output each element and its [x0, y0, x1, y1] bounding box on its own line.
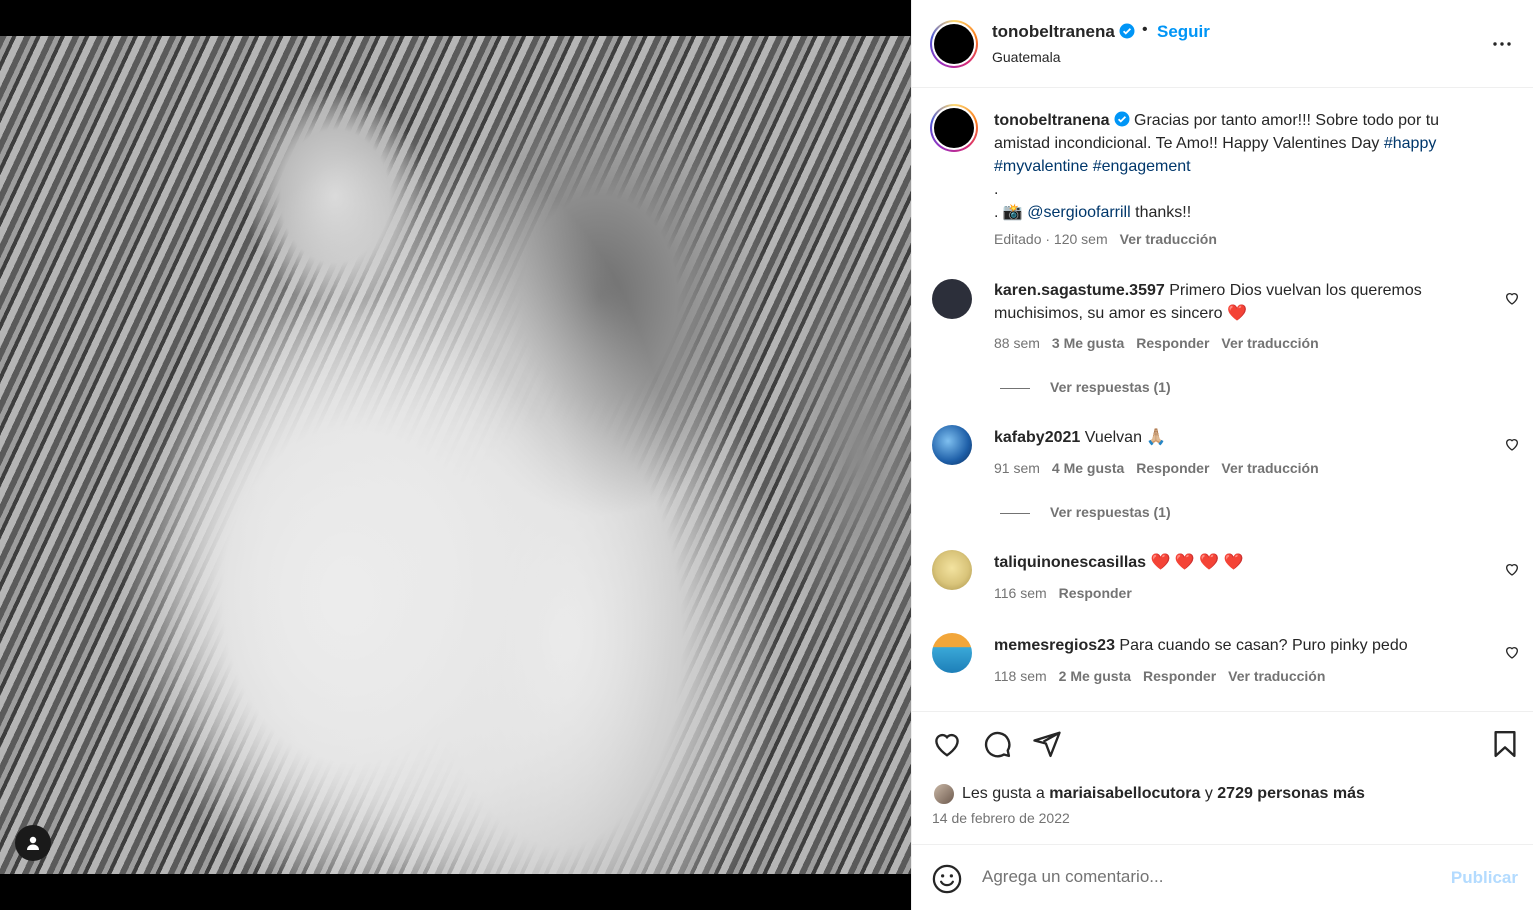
bookmark-icon[interactable]: [1490, 729, 1520, 759]
comment-item: memesregios23 Para cuando se casan? Puro…: [994, 637, 1408, 654]
comment-item: kafaby2021 Vuelvan 🙏🏼: [994, 429, 1167, 446]
comment-meta: 118 sem 2 Me gusta Responder Ver traducción: [994, 668, 1326, 684]
comment-icon[interactable]: [982, 729, 1012, 759]
separator-bullet: •: [1142, 21, 1148, 38]
comment-likes[interactable]: 3 Me gusta: [1052, 335, 1124, 351]
author-name[interactable]: tonobeltranena: [992, 22, 1135, 42]
likes-summary: Les gusta a mariaisabellocutora y 2729 p…: [932, 782, 1365, 806]
comment-meta: 91 sem 4 Me gusta Responder Ver traducción: [994, 460, 1319, 476]
liker-avatar[interactable]: [932, 782, 956, 806]
comment-meta: 116 sem Responder: [994, 585, 1132, 601]
caption-meta: Editado · 120 sem Ver traducción: [994, 231, 1217, 247]
commenter-avatar[interactable]: [932, 550, 972, 590]
post-sidebar: tonobeltranena • Seguir Guatemala tonobe…: [911, 0, 1533, 910]
comment-username[interactable]: taliquinonescasillas: [994, 554, 1146, 571]
post-modal: tonobeltranena • Seguir Guatemala tonobe…: [0, 0, 1533, 910]
action-bar: Les gusta a mariaisabellocutora y 2729 p…: [912, 712, 1533, 844]
comment-username[interactable]: kafaby2021: [994, 429, 1080, 446]
post-location[interactable]: Guatemala: [992, 49, 1060, 65]
caption-avatar[interactable]: [930, 104, 978, 152]
heart-icon[interactable]: [1504, 436, 1520, 452]
heart-icon[interactable]: [1504, 644, 1520, 660]
caption-translate[interactable]: Ver traducción: [1120, 231, 1217, 247]
hashtag-myvalentine[interactable]: #myvalentine: [994, 158, 1088, 175]
likes-count[interactable]: 2729 personas más: [1217, 785, 1365, 803]
comment-meta: 88 sem 3 Me gusta Responder Ver traducción: [994, 335, 1319, 351]
commenter-avatar[interactable]: [932, 279, 972, 319]
view-replies-button[interactable]: Ver respuestas (1): [1000, 379, 1171, 395]
commenter-avatar[interactable]: [932, 425, 972, 465]
view-replies-button[interactable]: Ver respuestas (1): [1000, 504, 1171, 520]
post-date[interactable]: 14 de febrero de 2022: [932, 810, 1070, 826]
commenter-avatar[interactable]: [932, 633, 972, 673]
hashtag-happy[interactable]: #happy: [1384, 135, 1437, 152]
verified-icon: [1119, 23, 1135, 39]
share-icon[interactable]: [1032, 729, 1062, 759]
heart-icon[interactable]: [1504, 290, 1520, 306]
comment-username[interactable]: karen.sagastume.3597: [994, 282, 1165, 299]
mention-link[interactable]: @sergioofarrill: [1027, 204, 1130, 221]
caption-author[interactable]: tonobeltranena: [994, 112, 1110, 129]
reply-button[interactable]: Responder: [1136, 335, 1209, 351]
comment-composer: Publicar: [912, 844, 1533, 910]
comments-list[interactable]: tonobeltranena Gracias por tanto amor!!!…: [912, 89, 1533, 712]
translate-button[interactable]: Ver traducción: [1221, 460, 1318, 476]
more-icon[interactable]: [1490, 32, 1514, 56]
translate-button[interactable]: Ver traducción: [1221, 335, 1318, 351]
emoji-icon[interactable]: [932, 864, 962, 894]
author-avatar[interactable]: [930, 20, 978, 68]
media-pane: [0, 0, 911, 910]
camera-emoji: 📸: [1002, 204, 1023, 221]
comment-likes[interactable]: 2 Me gusta: [1059, 668, 1131, 684]
reply-button[interactable]: Responder: [1059, 585, 1132, 601]
caption: tonobeltranena Gracias por tanto amor!!!…: [994, 111, 1440, 221]
verified-icon: [1114, 111, 1130, 127]
liker-username[interactable]: mariaisabellocutora: [1049, 785, 1200, 803]
comment-likes[interactable]: 4 Me gusta: [1052, 460, 1124, 476]
heart-icon[interactable]: [1504, 561, 1520, 577]
post-photo[interactable]: [0, 36, 911, 874]
hashtag-engagement[interactable]: #engagement: [1093, 158, 1191, 175]
heart-icon[interactable]: [932, 729, 962, 759]
reply-button[interactable]: Responder: [1143, 668, 1216, 684]
reply-button[interactable]: Responder: [1136, 460, 1209, 476]
post-header: tonobeltranena • Seguir Guatemala: [912, 0, 1533, 88]
translate-button[interactable]: Ver traducción: [1228, 668, 1325, 684]
comment-username[interactable]: memesregios23: [994, 637, 1115, 654]
user-tag-icon[interactable]: [15, 825, 51, 861]
publish-button[interactable]: Publicar: [1451, 868, 1518, 888]
comment-item: karen.sagastume.3597 Primero Dios vuelva…: [994, 282, 1422, 322]
follow-button[interactable]: Seguir: [1157, 22, 1210, 42]
comment-input[interactable]: [982, 867, 1422, 887]
comment-item: taliquinonescasillas ❤️ ❤️ ❤️ ❤️: [994, 554, 1244, 571]
